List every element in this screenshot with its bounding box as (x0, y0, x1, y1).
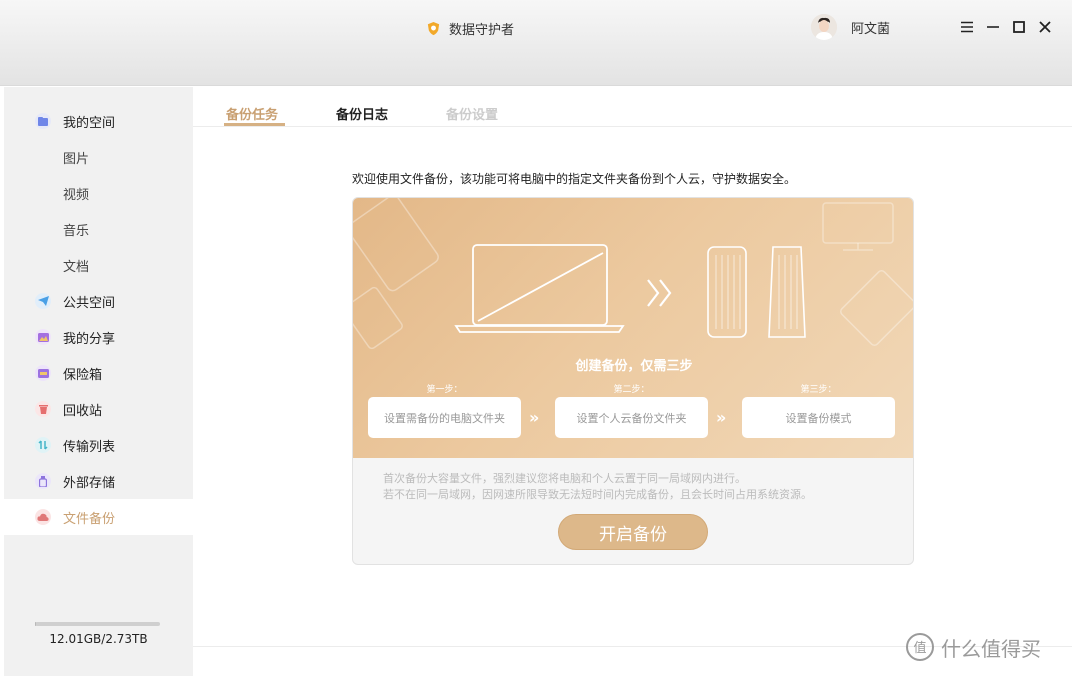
intro-text: 欢迎使用文件备份，该功能可将电脑中的指定文件夹备份到个人云，守护数据安全。 (352, 172, 797, 186)
sidebar-item-label: 传输列表 (63, 439, 116, 455)
maximize-icon[interactable] (1008, 16, 1030, 38)
sidebar-item-label: 外部存储 (63, 475, 116, 491)
safe-icon (35, 365, 51, 381)
minimize-icon[interactable] (982, 16, 1004, 38)
backup-note-1: 首次备份大容量文件，强烈建议您将电脑和个人云置于同一局域网内进行。 (383, 472, 746, 485)
tab-backup-tasks[interactable]: 备份任务 (226, 104, 278, 123)
sidebar-item-label: 图片 (63, 151, 90, 167)
image-icon (35, 329, 51, 345)
send-icon (35, 293, 51, 309)
storage-fill (35, 622, 36, 626)
step-arrow-icon: » (529, 408, 540, 427)
sidebar-item-label: 保险箱 (63, 367, 103, 383)
watermark-logo-icon: 值 (906, 633, 934, 661)
step-1-caption: 第一步： (426, 385, 463, 395)
hero-banner: 创建备份，仅需三步 第一步： 第二步： 第三步： 设置需备份的电脑文件夹 » 设… (353, 198, 913, 458)
double-arrow-icon (647, 279, 672, 307)
sidebar: 我的空间 图片 视频 音乐 文档 公共空间 我的分享 保险箱 回收站 传输列表 … (4, 87, 193, 676)
close-icon[interactable] (1034, 16, 1056, 38)
transfer-icon (35, 437, 51, 453)
sidebar-item-label: 我的分享 (63, 331, 116, 347)
sidebar-item-file-backup[interactable]: 文件备份 (4, 499, 193, 535)
watermark-text: 什么值得买 (941, 636, 1041, 661)
sidebar-item-label: 公共空间 (63, 295, 116, 311)
sidebar-item-music[interactable]: 音乐 (4, 211, 193, 247)
sidebar-item-label: 音乐 (63, 223, 90, 239)
sidebar-item-label: 回收站 (63, 403, 103, 419)
avatar[interactable] (811, 14, 837, 40)
steps-title: 创建备份，仅需三步 (575, 359, 693, 374)
tab-backup-settings[interactable]: 备份设置 (446, 104, 498, 123)
trash-icon (35, 401, 51, 417)
sidebar-item-public-space[interactable]: 公共空间 (4, 283, 193, 319)
tab-bar: 备份任务 备份日志 备份设置 (193, 87, 1072, 127)
step-3-caption: 第三步： (800, 385, 837, 395)
step-3-button[interactable]: 设置备份模式 (742, 397, 895, 438)
sidebar-item-label: 文档 (63, 259, 90, 275)
sidebar-item-safe[interactable]: 保险箱 (4, 355, 193, 391)
step-arrow-icon: » (716, 408, 727, 427)
shield-logo-icon (427, 21, 440, 35)
cloud-backup-icon (35, 509, 51, 525)
start-backup-button[interactable]: 开启备份 (558, 514, 708, 550)
menu-icon[interactable] (956, 16, 978, 38)
usb-icon (35, 473, 51, 489)
step-1-button[interactable]: 设置需备份的电脑文件夹 (368, 397, 521, 438)
sidebar-item-videos[interactable]: 视频 (4, 175, 193, 211)
laptop-icon (454, 244, 625, 333)
backup-note-2: 若不在同一局域网，因网速所限导致无法短时间内完成备份，且会长时间占用系统资源。 (383, 488, 812, 501)
user-name: 阿文菌 (851, 21, 891, 37)
sidebar-item-documents[interactable]: 文档 (4, 247, 193, 283)
sidebar-item-recycle-bin[interactable]: 回收站 (4, 391, 193, 427)
sidebar-item-label: 文件备份 (63, 511, 116, 527)
sidebar-item-pictures[interactable]: 图片 (4, 139, 193, 175)
step-2-button[interactable]: 设置个人云备份文件夹 (555, 397, 708, 438)
app-title: 数据守护者 (426, 18, 514, 38)
watermark: 值 什么值得买 (905, 632, 1041, 662)
step-2-caption: 第二步： (613, 385, 650, 395)
title-bar: 数据守护者 阿文菌 (0, 0, 1072, 86)
storage-bar (35, 622, 160, 626)
router-icon (707, 246, 806, 338)
folder-icon (35, 113, 51, 129)
backup-panel: 创建备份，仅需三步 第一步： 第二步： 第三步： 设置需备份的电脑文件夹 » 设… (352, 197, 914, 565)
sidebar-item-transfer-list[interactable]: 传输列表 (4, 427, 193, 463)
tab-backup-log[interactable]: 备份日志 (336, 104, 388, 123)
sidebar-item-label: 视频 (63, 187, 90, 203)
active-tab-indicator (224, 123, 285, 126)
sidebar-item-label: 我的空间 (63, 115, 116, 131)
watermark-badge: 值 (913, 640, 926, 656)
sidebar-item-my-space[interactable]: 我的空间 (4, 103, 193, 139)
sidebar-item-my-share[interactable]: 我的分享 (4, 319, 193, 355)
storage-usage-text: 12.01GB/2.73TB (49, 632, 148, 646)
app-title-text: 数据守护者 (449, 22, 515, 38)
user-profile[interactable]: 阿文菌 (811, 14, 890, 40)
sidebar-item-external-storage[interactable]: 外部存储 (4, 463, 193, 499)
